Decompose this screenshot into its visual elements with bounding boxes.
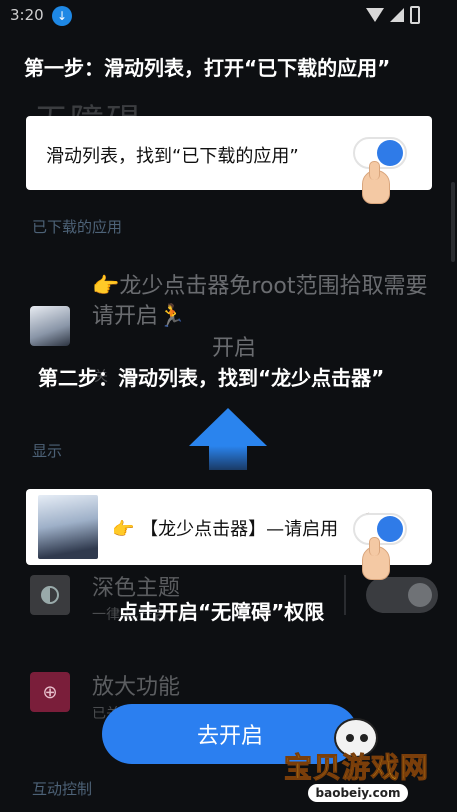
signal-icon — [390, 8, 404, 22]
app-icon — [30, 306, 70, 346]
section-display: 显示 — [32, 442, 63, 460]
wifi-icon — [366, 8, 384, 22]
step1-text: 第一步：滑动列表，打开“已下载的应用” — [24, 56, 391, 80]
battery-icon — [410, 6, 420, 24]
zoom-title[interactable]: 放大功能 — [92, 669, 180, 701]
dark-theme-switch[interactable] — [366, 577, 438, 613]
status-time: 3:20 — [10, 6, 44, 24]
watermark-logo: 宝贝游戏网 baobeiy.com — [283, 718, 454, 808]
scrollbar[interactable] — [451, 182, 455, 262]
pointing-hand-icon: 👉 — [92, 274, 120, 299]
runner-icon: 🏃 — [158, 304, 186, 329]
watermark-text: 宝贝游戏网 — [283, 751, 430, 785]
divider — [344, 575, 346, 615]
app-avatar — [38, 495, 98, 559]
tap-hand-icon — [362, 161, 390, 204]
watermark-url: baobeiy.com — [308, 784, 408, 802]
app-row-text: 龙少点击器免root范围拾取需要请开启 — [92, 274, 428, 329]
step2-card-text: 【龙少点击器】—请启用 — [140, 519, 339, 540]
section-interaction: 互动控制 — [32, 780, 93, 798]
arrow-up-icon — [189, 408, 267, 470]
pointing-hand-icon: 👉 — [112, 519, 135, 540]
step1-toggle[interactable] — [353, 137, 407, 169]
step2-text: 第二步：滑动列表，找到“龙少点击器” — [38, 366, 385, 390]
section-downloaded-apps: 已下载的应用 — [32, 218, 123, 236]
status-bar: 3:20 ↓ — [0, 0, 457, 32]
dark-theme-icon — [30, 575, 70, 615]
app-row-label[interactable]: 👉龙少点击器免root范围拾取需要请开启🏃 — [92, 272, 432, 332]
zoom-icon: ⊕ — [30, 672, 70, 712]
step1-card-label: 滑动列表，找到“已下载的应用” — [46, 146, 299, 167]
step3-text: 点击开启“无障碍”权限 — [118, 600, 325, 624]
app-row-status: 开启 — [212, 336, 257, 361]
step2-toggle[interactable] — [353, 513, 407, 545]
tap-hand-icon — [362, 537, 390, 580]
download-icon: ↓ — [52, 6, 72, 26]
step2-card-label: 👉 【龙少点击器】—请启用 — [112, 515, 338, 541]
